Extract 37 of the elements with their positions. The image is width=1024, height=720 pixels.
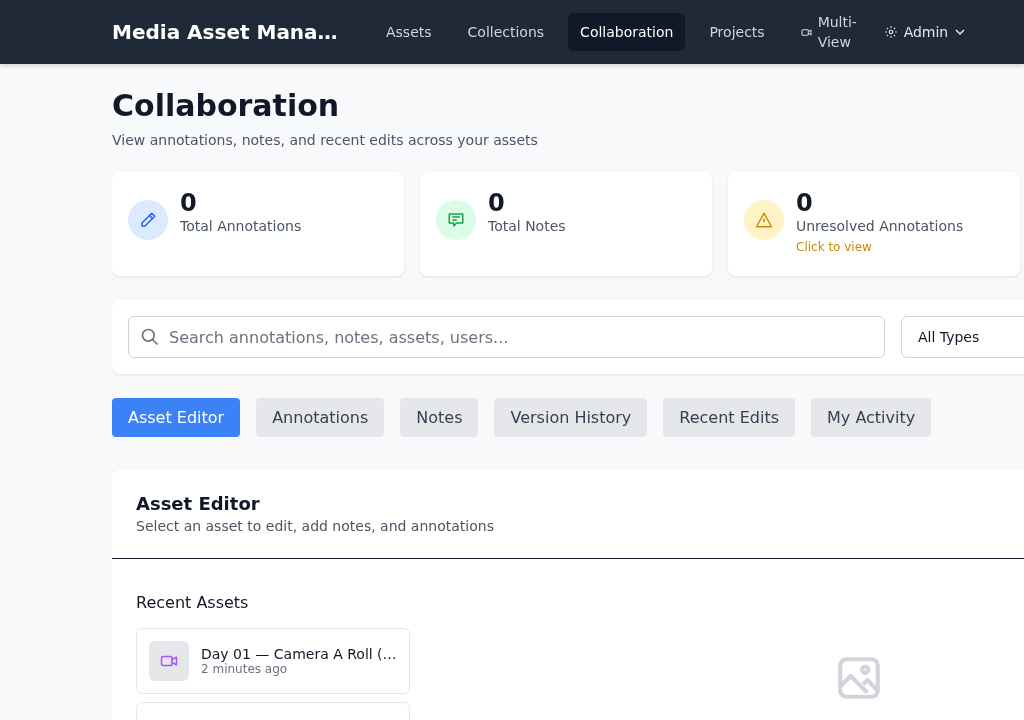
section-subtitle: Select an asset to edit, add notes, and annotations [136,518,495,534]
message-icon [447,211,465,229]
stat-card[interactable]: 0 Unresolved Annotations Click to view [728,172,1020,276]
nav-link[interactable]: Collaboration [568,13,686,51]
stat-value: 0 [488,188,506,218]
tab[interactable]: Notes [400,398,479,437]
tab[interactable]: Recent Edits [663,398,795,437]
tab[interactable]: My Activity [811,398,932,437]
nav-link[interactable]: Multi-View [788,3,870,61]
search-icon [140,327,160,347]
section-heading: Recent Assets [136,593,250,612]
asset-card[interactable]: Day 01 — Camera A Roll (… 2 minutes ago [136,628,410,694]
stat-label: Total Annotations [180,218,302,234]
camera-icon [800,27,812,37]
type-dropdown[interactable]: All Types [901,316,1024,358]
tab[interactable]: Annotations [256,398,385,437]
nav-link[interactable]: Projects [697,13,777,51]
settings-icon [883,25,898,39]
chevron-down-icon [954,26,967,38]
admin-menu[interactable]: Admin [883,24,967,40]
app-title: Media Asset Mana… [112,20,339,44]
section-title: Asset Editor [136,493,261,514]
asset-time: 2 minutes ago [201,662,289,676]
page-title: Collaboration [112,88,341,124]
search-field[interactable]: Search annotations, notes, assets, users... [128,316,885,358]
nav-link[interactable]: Assets [374,13,444,51]
pencil-icon [139,211,157,229]
tab[interactable]: Version History [494,398,648,437]
stat-label: Unresolved Annotations [796,218,964,234]
stat-value: 0 [796,188,814,218]
page-subtitle: View annotations, notes, and recent edits across your assets [112,132,539,148]
stat-label: Total Notes [488,218,566,234]
tab[interactable]: Asset Editor [112,398,241,437]
asset-name: Day 01 — Camera A Roll (… [201,646,397,662]
nav-link[interactable]: Collections [455,13,557,51]
warning-icon [755,211,773,229]
stat-value: 0 [180,188,198,218]
